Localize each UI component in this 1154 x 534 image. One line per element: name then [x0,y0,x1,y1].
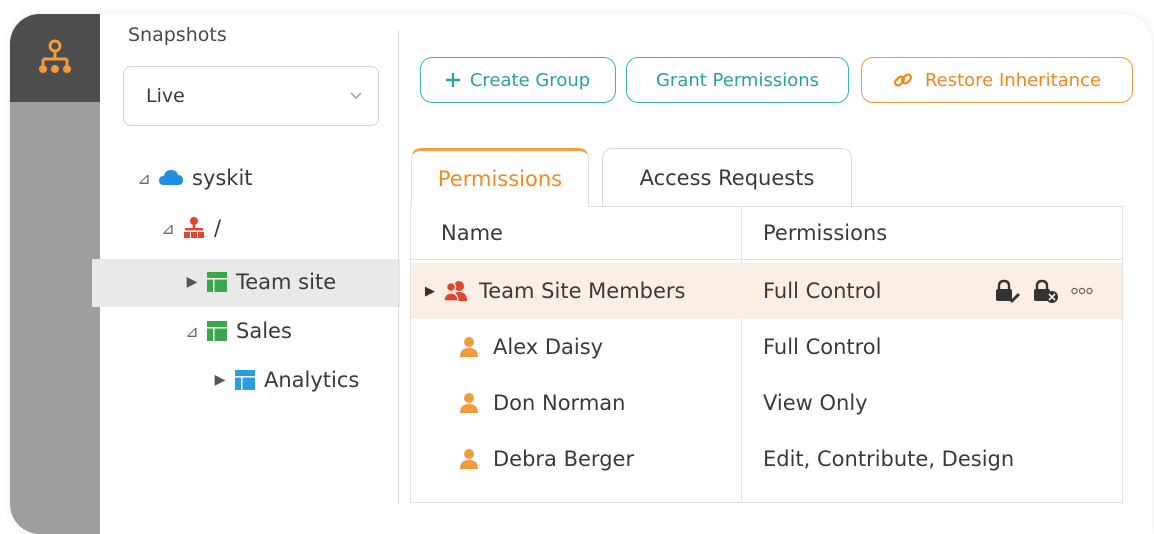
grant-permissions-label: Grant Permissions [655,69,820,91]
panel-divider [398,30,399,504]
user-icon [459,392,479,414]
plus-icon [445,73,460,87]
rail-hierarchy-button[interactable] [10,14,100,102]
table-row[interactable]: Alex Daisy Full Control [411,319,1122,375]
name-cell: Debra Berger [459,431,634,487]
expand-row-toggle[interactable]: ▶ [425,284,437,299]
restore-inheritance-label: Restore Inheritance [924,69,1102,91]
hierarchy-icon [39,39,71,73]
row-name: Team Site Members [479,279,686,303]
subsite-icon [234,369,256,391]
row-name: Alex Daisy [493,335,604,359]
edit-permissions-icon[interactable] [995,279,1021,303]
user-icon [459,448,479,470]
left-rail [10,14,100,534]
snapshot-select-value: Live [146,85,185,107]
cloud-icon [158,169,184,187]
tree-node-root[interactable]: ⊿ / [160,216,221,240]
restore-inheritance-button[interactable]: Restore Inheritance [861,57,1133,103]
tree-node-sales[interactable]: ⊿ Sales [184,319,292,343]
permissions-cell: Full Control [763,335,882,359]
table-row[interactable]: ▶ Team Site Members Full Control [411,263,1122,319]
tab-access-requests-label: Access Requests [639,166,815,190]
name-cell: ▶ Team Site Members [425,263,686,319]
create-group-label: Create Group [469,69,591,91]
header-separator [411,259,1122,260]
tree-node-label: Team site [236,270,337,294]
tree-node-label: syskit [192,166,253,190]
tree-collapse-toggle[interactable]: ⊿ [184,322,200,341]
tab-access-requests[interactable]: Access Requests [602,148,852,207]
user-icon [459,336,479,358]
name-cell: Don Norman [459,375,625,431]
create-group-button[interactable]: Create Group [420,57,616,103]
table-row[interactable]: Debra Berger Edit, Contribute, Design [411,431,1122,487]
name-cell: Alex Daisy [459,319,603,375]
site-icon [206,271,228,293]
tree-expand-toggle[interactable]: ▶ [184,274,200,290]
row-name: Don Norman [493,391,626,415]
permissions-cell: Edit, Contribute, Design [763,447,1015,471]
permissions-table: Name Permissions ▶ Team Site Members Ful… [410,206,1123,503]
tree-node-label: / [214,216,222,240]
tree-node-team-site[interactable]: ▶ Team site [184,270,337,294]
remove-permissions-icon[interactable] [1033,279,1059,303]
tree-collapse-toggle[interactable]: ⊿ [136,169,152,188]
grant-permissions-button[interactable]: Grant Permissions [626,57,849,103]
link-icon [893,70,913,90]
tree-node-label: Analytics [264,368,360,392]
tree-node-label: Sales [236,319,292,343]
tree-node-analytics[interactable]: ▶ Analytics [212,368,360,392]
chevron-down-icon [350,89,362,103]
snapshots-label: Snapshots [128,24,227,46]
row-actions [995,263,1093,319]
site-icon [206,320,228,342]
hierarchy-icon [182,216,206,240]
group-icon [443,280,469,302]
permissions-cell: View Only [763,391,868,415]
tree-collapse-toggle[interactable]: ⊿ [160,219,176,238]
column-header-name[interactable]: Name [441,207,503,259]
tree-node-syskit[interactable]: ⊿ syskit [136,166,253,190]
table-row[interactable]: Don Norman View Only [411,375,1122,431]
tab-permissions-label: Permissions [437,167,563,191]
more-options-icon[interactable] [1071,283,1093,299]
snapshot-select[interactable]: Live [123,66,379,126]
tree-expand-toggle[interactable]: ▶ [212,372,228,388]
permissions-cell: Full Control [763,279,882,303]
column-header-permissions[interactable]: Permissions [763,207,887,259]
row-name: Debra Berger [493,447,635,471]
tab-permissions[interactable]: Permissions [411,148,589,207]
